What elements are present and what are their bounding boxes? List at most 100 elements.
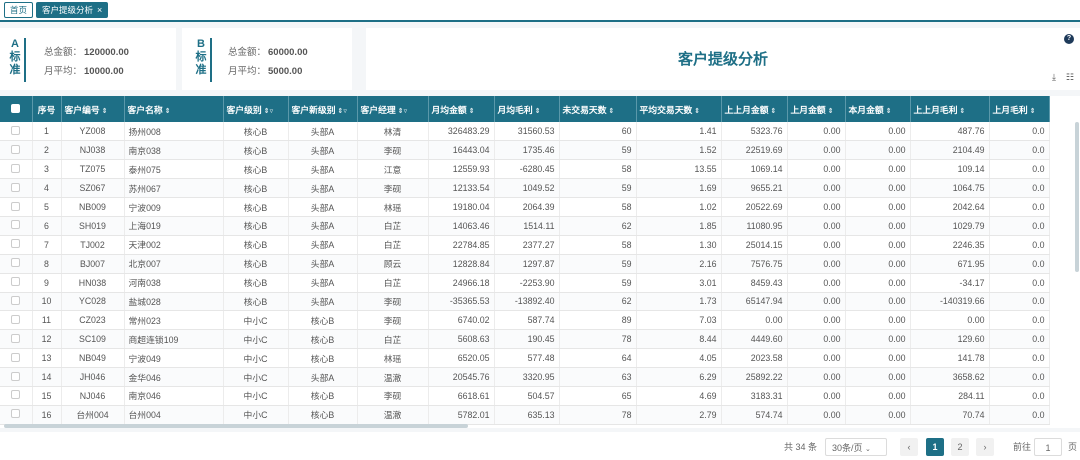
column-header-2[interactable]: 客户名称 ⇕ (124, 96, 224, 122)
tab-home[interactable]: 首页 (4, 2, 34, 18)
table-cell: 89 (559, 310, 637, 331)
table-row[interactable]: 12 SC109 商超连锁109 中小C 核心B 白芷 5608.63 190.45 78 8.4… (0, 329, 1050, 350)
table-cell: 60 (559, 122, 637, 142)
column-header-9[interactable]: 平均交易天数 ⇕ (636, 96, 722, 122)
page-1-button[interactable]: 1 (926, 438, 944, 456)
table-cell: 1.52 (636, 140, 722, 161)
table-row[interactable]: 15 NJ046 南京046 中小C 核心B 李砚 6618.61 504.57 65 4.69 3… (0, 386, 1050, 406)
row-checkbox[interactable] (0, 348, 33, 369)
table-row[interactable]: 6 SH019 上海019 核心B 头部A 白芷 14063.46 1514.11 62 1.85… (0, 216, 1050, 236)
column-settings-icon[interactable]: ☷ (1066, 72, 1074, 83)
horizontal-scrollbar[interactable] (4, 424, 468, 428)
table-row[interactable]: 8 BJ007 北京007 核心B 头部A 顾云 12828.84 1297.87 59 2.16… (0, 254, 1050, 274)
table-cell: 温澈 (357, 367, 429, 387)
row-checkbox[interactable] (0, 254, 33, 274)
column-header-0[interactable]: 序号 (32, 96, 62, 122)
table-cell: YZ008 (61, 122, 125, 142)
table-row[interactable]: 10 YC028 盐城028 核心B 头部A 李砚 -35365.53 -13892.40 62… (0, 292, 1050, 312)
table-row[interactable]: 1 YZ008 扬州008 核心B 头部A 林清 326483.29 31560.53 60 1.… (0, 122, 1050, 142)
column-header-7[interactable]: 月均毛利 ⇕ (494, 96, 560, 122)
column-header-10[interactable]: 上上月金额 ⇕ (721, 96, 788, 122)
table-cell: 7 (32, 235, 62, 255)
table-cell: 671.95 (910, 254, 990, 274)
row-checkbox[interactable] (0, 178, 33, 199)
table-row[interactable]: 16 台州004 台州004 中小C 核心B 温澈 5782.01 635.13 78 2.79 5… (0, 405, 1050, 425)
data-grid: 序号 客户编号 ⇕ 客户名称 ⇕ 客户级别 ⇕▿ 客户新级别 ⇕▿ 客户经理 ⇕▿ 月均金额 ⇕ 月均毛利… (0, 96, 1080, 428)
table-cell: -140319.66 (910, 292, 990, 312)
column-header-label: 上月金额 (790, 104, 826, 115)
row-checkbox[interactable] (0, 310, 33, 331)
sort-icon[interactable]: ⇕ (960, 108, 966, 115)
table-row[interactable]: 7 TJ002 天津002 核心B 头部A 白芷 22784.85 2377.27 58 1.30… (0, 235, 1050, 255)
table-row[interactable]: 9 HN038 河南038 核心B 头部A 白芷 24966.18 -2253.90 59 3.0… (0, 273, 1050, 293)
table-cell: 0.00 (845, 329, 911, 350)
column-header-5[interactable]: 客户经理 ⇕▿ (357, 96, 429, 122)
table-row[interactable]: 11 CZ023 常州023 中小C 核心B 李砚 6740.02 587.74 89 7.03 0… (0, 310, 1050, 331)
sort-filter-icon[interactable]: ⇕▿ (338, 108, 347, 115)
row-checkbox[interactable] (0, 292, 33, 312)
table-row[interactable]: 14 JH046 金华046 中小C 头部A 温澈 20545.76 3320.95 63 6.2… (0, 367, 1050, 387)
sort-icon[interactable]: ⇕ (694, 108, 700, 115)
download-icon[interactable]: ⤓ (1052, 72, 1056, 83)
row-checkbox[interactable] (0, 235, 33, 255)
table-cell: 14 (32, 367, 62, 387)
table-row[interactable]: 5 NB009 宁波009 核心B 头部A 林瑶 19180.04 2064.39 58 1.02… (0, 197, 1050, 217)
help-icon[interactable]: ? (1064, 34, 1074, 44)
tab-customer-upgrade[interactable]: 客户提级分析 × (36, 2, 109, 18)
vertical-scrollbar[interactable] (1075, 122, 1079, 272)
next-page-button[interactable]: › (976, 438, 994, 456)
table-cell: -13892.40 (494, 292, 560, 312)
sort-icon[interactable]: ⇕ (609, 108, 615, 115)
table-cell: 70.74 (910, 405, 990, 425)
table-row[interactable]: 3 TZ075 泰州075 核心B 头部A 江意 12559.93 -6280.45 58 13.… (0, 159, 1050, 180)
sort-icon[interactable]: ⇕ (771, 108, 777, 115)
table-cell: 0.0 (989, 292, 1050, 312)
table-cell: 1064.75 (910, 178, 990, 199)
row-checkbox[interactable] (0, 122, 33, 142)
table-cell: 5782.01 (428, 405, 495, 425)
table-cell: 19180.04 (428, 197, 495, 217)
table-row[interactable]: 4 SZ067 苏州067 核心B 头部A 李砚 12133.54 1049.52 59 1.69… (0, 178, 1050, 199)
prev-page-button[interactable]: ‹ (900, 438, 918, 456)
table-cell: 10 (32, 292, 62, 312)
column-header-8[interactable]: 未交易天数 ⇕ (559, 96, 637, 122)
row-checkbox[interactable] (0, 329, 33, 350)
sort-icon[interactable]: ⇕ (828, 108, 834, 115)
column-header-6[interactable]: 月均金额 ⇕ (428, 96, 495, 122)
row-checkbox[interactable] (0, 216, 33, 236)
table-row[interactable]: 13 NB049 宁波049 中小C 核心B 林瑶 6520.05 577.48 64 4.05 2… (0, 348, 1050, 369)
column-header-4[interactable]: 客户新级别 ⇕▿ (288, 96, 358, 122)
table-cell: 12 (32, 329, 62, 350)
sort-icon[interactable]: ⇕ (886, 108, 892, 115)
sort-icon[interactable]: ⇕ (165, 108, 171, 115)
column-header-1[interactable]: 客户编号 ⇕ (61, 96, 125, 122)
table-cell: 中小C (223, 310, 289, 331)
column-header-14[interactable]: 上月毛利 ⇕ (989, 96, 1050, 122)
sort-icon[interactable]: ⇕ (102, 108, 108, 115)
column-header-13[interactable]: 上上月毛利 ⇕ (910, 96, 990, 122)
sort-icon[interactable]: ⇕ (469, 108, 475, 115)
row-checkbox[interactable] (0, 367, 33, 387)
table-row[interactable]: 2 NJ038 南京038 核心B 头部A 李砚 16443.04 1735.46 59 1.52… (0, 140, 1050, 161)
row-checkbox[interactable] (0, 386, 33, 406)
column-header-11[interactable]: 上月金额 ⇕ (787, 96, 846, 122)
page-2-button[interactable]: 2 (951, 438, 969, 456)
sort-icon[interactable]: ⇕ (535, 108, 541, 115)
row-checkbox[interactable] (0, 140, 33, 161)
column-header-3[interactable]: 客户级别 ⇕▿ (223, 96, 289, 122)
close-icon[interactable]: × (97, 3, 102, 17)
sort-icon[interactable]: ⇕ (1030, 108, 1036, 115)
table-cell: 头部A (288, 273, 358, 293)
column-header-12[interactable]: 本月金额 ⇕ (845, 96, 911, 122)
row-checkbox[interactable] (0, 273, 33, 293)
sort-filter-icon[interactable]: ⇕▿ (264, 108, 273, 115)
row-checkbox[interactable] (0, 159, 33, 180)
page-size-select[interactable]: 30条/页 ⌄ (825, 438, 887, 456)
column-header-label: 上上月金额 (724, 104, 769, 115)
select-all-checkbox[interactable] (0, 96, 33, 122)
goto-page-input[interactable]: 1 (1034, 438, 1062, 456)
row-checkbox[interactable] (0, 197, 33, 217)
sort-filter-icon[interactable]: ⇕▿ (398, 108, 407, 115)
table-cell: 8459.43 (721, 273, 788, 293)
row-checkbox[interactable] (0, 405, 33, 425)
